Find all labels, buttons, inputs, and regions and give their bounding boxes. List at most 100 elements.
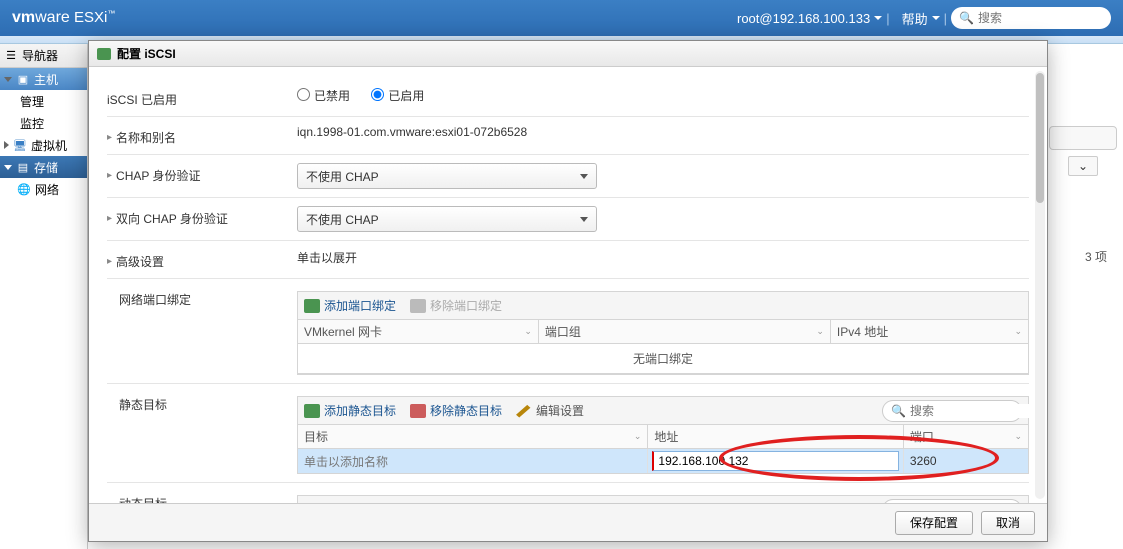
nav-storage[interactable]: ▤ 存储 bbox=[0, 156, 87, 178]
navigator-header: ☰ 导航器 bbox=[0, 44, 87, 68]
static-target-search-input[interactable] bbox=[910, 404, 1047, 418]
nav-network[interactable]: 🌐 网络 bbox=[0, 178, 87, 200]
label-port-binding: 网络端口绑定 bbox=[107, 287, 297, 308]
right-peek-column: ⌄ 3 项 bbox=[1043, 120, 1123, 265]
dialog-footer: 保存配置 取消 bbox=[89, 503, 1047, 541]
vm-icon: 🖥 bbox=[13, 138, 27, 152]
collapse-icon[interactable]: ▸ bbox=[107, 170, 112, 181]
network-icon: 🌐 bbox=[17, 182, 31, 196]
expand-icon bbox=[4, 77, 12, 82]
edit-dynamic-target-button: 编辑设置 bbox=[516, 501, 584, 503]
col-vmkernel[interactable]: VMkernel 网卡⌄ bbox=[298, 320, 539, 343]
dynamic-target-search[interactable]: 🔍 bbox=[882, 499, 1022, 504]
col-portgroup[interactable]: 端口组⌄ bbox=[539, 320, 831, 343]
collapse-icon[interactable]: ▸ bbox=[107, 213, 112, 224]
static-target-search[interactable]: 🔍 bbox=[882, 400, 1022, 422]
help-menu[interactable]: 帮助 bbox=[902, 9, 940, 28]
col-address[interactable]: 地址⌄ bbox=[648, 425, 904, 448]
search-icon: 🔍 bbox=[959, 11, 974, 25]
col-target[interactable]: 目标⌄ bbox=[298, 425, 648, 448]
static-targets-section: 添加静态目标 移除静态目标 编辑设置 🔍 目标⌄ 地址⌄ 端口⌄ 单击以添加名称 bbox=[297, 396, 1029, 474]
port-binding-section: 添加端口绑定 移除端口绑定 VMkernel 网卡⌄ 端口组⌄ IPv4 地址⌄… bbox=[297, 291, 1029, 375]
storage-icon: ▤ bbox=[16, 160, 30, 174]
add-port-binding-button[interactable]: 添加端口绑定 bbox=[304, 297, 396, 314]
user-menu[interactable]: root@192.168.100.133 bbox=[737, 11, 882, 26]
remove-dynamic-target-button: 移除动态目标 bbox=[410, 501, 502, 503]
search-icon: 🔍 bbox=[891, 404, 906, 418]
radio-disabled[interactable]: 已禁用 bbox=[297, 89, 350, 103]
dialog-scrollbar[interactable] bbox=[1035, 71, 1045, 499]
iscsi-config-dialog: 配置 iSCSI iSCSI 已启用 已禁用 已启用 ▸名称和别名 iqn.19… bbox=[88, 40, 1048, 542]
row-advanced: ▸ 高级设置 单击以展开 bbox=[107, 240, 1029, 278]
add-icon bbox=[304, 404, 320, 418]
peek-box bbox=[1049, 126, 1117, 150]
nav-host[interactable]: ▣ 主机 bbox=[0, 68, 87, 90]
row-chap: ▸ CHAP 身份验证 不使用 CHAP bbox=[107, 154, 1029, 197]
pencil-icon bbox=[516, 503, 532, 504]
label-dynamic-targets: 动态目标 bbox=[107, 491, 297, 503]
nav-manage[interactable]: 管理 bbox=[0, 90, 87, 112]
remove-icon bbox=[410, 503, 426, 504]
brand-logo: vmware ESXi™ bbox=[12, 9, 115, 27]
value-name-alias: iqn.1998-01.com.vmware:esxi01-072b6528 bbox=[297, 125, 1029, 139]
select-mutual-chap[interactable]: 不使用 CHAP bbox=[297, 206, 597, 232]
remove-port-binding-button: 移除端口绑定 bbox=[410, 297, 502, 314]
pencil-icon bbox=[516, 404, 532, 418]
dynamic-targets-section: 添加动态目标 移除动态目标 编辑设置 🔍 bbox=[297, 495, 1029, 503]
chevron-down-icon: ⌄ bbox=[889, 431, 897, 442]
scrollbar-thumb[interactable] bbox=[1036, 73, 1044, 203]
nav-monitor[interactable]: 监控 bbox=[0, 112, 87, 134]
chevron-down-icon bbox=[874, 16, 882, 20]
label-iscsi-enabled: iSCSI 已启用 bbox=[107, 87, 297, 108]
label-chap: CHAP 身份验证 bbox=[116, 167, 200, 184]
row-name-alias: ▸名称和别名 iqn.1998-01.com.vmware:esxi01-072… bbox=[107, 116, 1029, 154]
peek-chevron[interactable]: ⌄ bbox=[1068, 156, 1098, 176]
port-binding-headers: VMkernel 网卡⌄ 端口组⌄ IPv4 地址⌄ bbox=[298, 320, 1028, 344]
navigator-title: 导航器 bbox=[22, 47, 58, 64]
global-search-input[interactable] bbox=[978, 11, 1123, 25]
static-target-port-cell[interactable]: 3260 bbox=[904, 449, 1028, 473]
chevron-down-icon: ⌄ bbox=[816, 326, 824, 337]
chevron-down-icon bbox=[932, 16, 940, 20]
label-mutual-chap: 双向 CHAP 身份验证 bbox=[116, 210, 228, 227]
nav-vms[interactable]: 🖥 虚拟机 bbox=[0, 134, 87, 156]
radio-enabled[interactable]: 已启用 bbox=[371, 89, 424, 103]
static-target-name-cell[interactable]: 单击以添加名称 bbox=[298, 449, 648, 473]
chevron-down-icon: ⌄ bbox=[634, 431, 642, 442]
iscsi-icon bbox=[97, 48, 111, 60]
dynamic-target-search-input[interactable] bbox=[910, 503, 1047, 504]
expand-icon bbox=[4, 141, 9, 149]
host-icon: ▣ bbox=[16, 72, 30, 86]
global-search[interactable]: 🔍 bbox=[951, 7, 1111, 29]
select-chap[interactable]: 不使用 CHAP bbox=[297, 163, 597, 189]
port-binding-empty: 无端口绑定 bbox=[298, 344, 1028, 374]
row-static-targets: 静态目标 添加静态目标 移除静态目标 编辑设置 🔍 目标⌄ 地址⌄ 端口⌄ bbox=[107, 383, 1029, 482]
add-icon bbox=[304, 299, 320, 313]
collapse-icon[interactable]: ▸ bbox=[107, 132, 112, 143]
value-advanced[interactable]: 单击以展开 bbox=[297, 249, 1029, 266]
navigator-icon: ☰ bbox=[4, 49, 18, 63]
chevron-down-icon: ⌄ bbox=[1014, 431, 1022, 442]
row-mutual-chap: ▸ 双向 CHAP 身份验证 不使用 CHAP bbox=[107, 197, 1029, 240]
cancel-button[interactable]: 取消 bbox=[981, 511, 1035, 535]
dialog-title: 配置 iSCSI bbox=[117, 45, 176, 62]
remove-static-target-button[interactable]: 移除静态目标 bbox=[410, 402, 502, 419]
static-target-row-editing[interactable]: 单击以添加名称 3260 bbox=[298, 449, 1028, 473]
collapse-icon[interactable]: ▸ bbox=[107, 256, 112, 267]
row-iscsi-enabled: iSCSI 已启用 已禁用 已启用 bbox=[107, 79, 1029, 116]
col-port[interactable]: 端口⌄ bbox=[904, 425, 1028, 448]
chevron-down-icon: ⌄ bbox=[524, 326, 532, 337]
chevron-down-icon bbox=[580, 174, 588, 179]
navigator: ☰ 导航器 ▣ 主机 管理 监控 🖥 虚拟机 ▤ 存储 🌐 网络 bbox=[0, 44, 88, 549]
label-advanced: 高级设置 bbox=[116, 253, 164, 270]
edit-static-target-button[interactable]: 编辑设置 bbox=[516, 402, 584, 419]
top-bar: vmware ESXi™ root@192.168.100.133 | 帮助 |… bbox=[0, 0, 1123, 36]
add-static-target-button[interactable]: 添加静态目标 bbox=[304, 402, 396, 419]
static-target-address-input[interactable] bbox=[652, 451, 899, 471]
dialog-body: iSCSI 已启用 已禁用 已启用 ▸名称和别名 iqn.1998-01.com… bbox=[89, 67, 1047, 503]
remove-icon bbox=[410, 404, 426, 418]
expand-icon bbox=[4, 165, 12, 170]
add-dynamic-target-button[interactable]: 添加动态目标 bbox=[304, 501, 396, 503]
col-ipv4[interactable]: IPv4 地址⌄ bbox=[831, 320, 1028, 343]
save-button[interactable]: 保存配置 bbox=[895, 511, 973, 535]
